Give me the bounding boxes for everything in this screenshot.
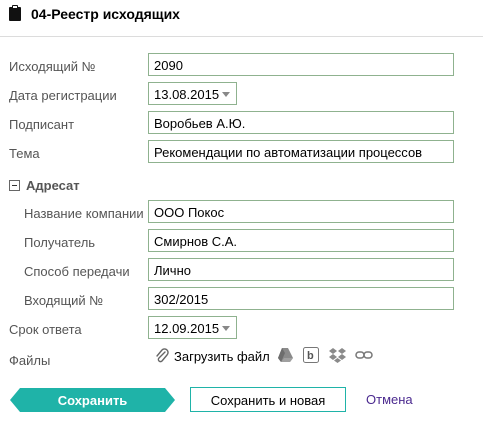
chevron-down-icon[interactable] (222, 92, 230, 97)
due-date-picker[interactable]: 12.09.2015 (148, 316, 237, 339)
signer-label: Подписант (9, 117, 75, 132)
due-date-value: 12.09.2015 (154, 321, 220, 336)
chevron-down-icon[interactable] (222, 326, 230, 331)
company-label: Название компании (24, 206, 144, 221)
subject-input[interactable]: Рекомендации по автоматизации процессов (148, 140, 454, 163)
registration-date-picker[interactable]: 13.08.2015 (148, 82, 237, 105)
files-label: Файлы (9, 353, 51, 368)
incoming-number-input[interactable]: 302/2015 (148, 287, 454, 310)
paperclip-icon (156, 348, 169, 363)
cancel-link[interactable]: Отмена (366, 392, 413, 407)
registration-date-value: 13.08.2015 (154, 87, 220, 102)
save-and-new-button[interactable]: Сохранить и новая (190, 387, 346, 412)
upload-file-button[interactable]: Загрузить файл (154, 348, 270, 364)
upload-file-label: Загрузить файл (174, 348, 270, 364)
form-header: 04-Реестр исходящих (0, 0, 483, 37)
svg-text:b: b (307, 350, 314, 362)
save-button-label: Сохранить (57, 393, 128, 408)
save-button[interactable]: Сохранить (10, 388, 175, 412)
delivery-method-input[interactable]: Лично (148, 258, 454, 281)
outgoing-number-input[interactable]: 2090 (148, 53, 454, 76)
incoming-number-label: Входящий № (24, 293, 104, 308)
link-icon[interactable] (355, 349, 373, 361)
signer-input[interactable]: Воробьев А.Ю. (148, 111, 454, 134)
page-title: 04-Реестр исходящих (31, 6, 180, 22)
recipient-label: Получатель (24, 235, 96, 250)
google-drive-icon[interactable] (277, 347, 294, 363)
registration-date-label: Дата регистрации (9, 88, 117, 103)
due-date-label: Срок ответа (9, 322, 82, 337)
addressee-section-title: Адресат (26, 178, 80, 193)
subject-label: Тема (9, 146, 40, 161)
collapse-icon[interactable] (9, 180, 20, 191)
box-icon[interactable]: b (303, 347, 319, 363)
dropbox-icon[interactable] (329, 347, 346, 363)
delivery-method-label: Способ передачи (24, 264, 130, 279)
recipient-input[interactable]: Смирнов С.А. (148, 229, 454, 252)
clipboard-icon (9, 5, 21, 21)
outgoing-number-label: Исходящий № (9, 59, 96, 74)
company-input[interactable]: ООО Покос (148, 200, 454, 223)
